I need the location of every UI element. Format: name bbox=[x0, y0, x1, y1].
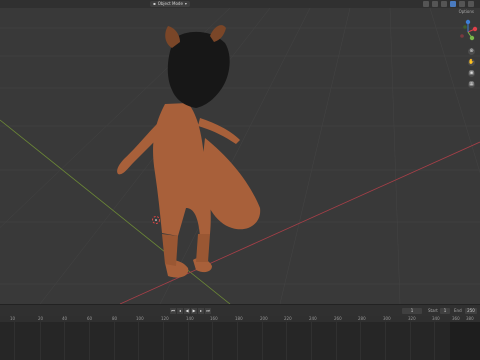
perspective-grid-icon[interactable]: ▦ bbox=[468, 81, 475, 88]
3d-cursor[interactable] bbox=[152, 216, 160, 224]
zoom-icon[interactable]: ⊕ bbox=[468, 48, 475, 55]
start-frame-field[interactable]: 1 bbox=[440, 308, 450, 314]
gizmo-z-icon[interactable] bbox=[465, 19, 471, 25]
playback-controls: ⏮ ◂ ◀ ▶ ▸ ⏭ bbox=[170, 308, 211, 314]
viewport-overlay-icon[interactable] bbox=[423, 1, 429, 7]
play-reverse-icon[interactable]: ◀ bbox=[184, 308, 190, 314]
gizmo-y-icon[interactable] bbox=[469, 35, 475, 41]
navigation-buttons: ⊕ ✋ ▣ ▦ bbox=[468, 48, 475, 88]
shading-controls bbox=[423, 1, 474, 7]
wireframe-shading-icon[interactable] bbox=[441, 1, 447, 7]
options-menu[interactable]: Options bbox=[459, 9, 474, 14]
gizmo-neg-x-icon[interactable] bbox=[460, 34, 464, 38]
end-frame-field[interactable]: 250 bbox=[465, 308, 477, 314]
character-model[interactable] bbox=[117, 25, 261, 278]
play-icon[interactable]: ▶ bbox=[191, 308, 197, 314]
jump-to-start-icon[interactable]: ⏮ bbox=[170, 308, 176, 314]
jump-to-keyframe-prev-icon[interactable]: ◂ bbox=[177, 308, 183, 314]
left-leg bbox=[162, 234, 178, 266]
start-label: Start bbox=[428, 308, 438, 313]
mode-selector[interactable]: ▪ Object Mode ▾ bbox=[150, 1, 190, 7]
navigation-gizmo[interactable] bbox=[456, 16, 480, 52]
material-shading-icon[interactable] bbox=[459, 1, 465, 7]
viewport-scene bbox=[0, 8, 480, 304]
end-label: End bbox=[454, 308, 462, 313]
camera-icon[interactable]: ▣ bbox=[468, 70, 475, 77]
jump-to-keyframe-next-icon[interactable]: ▸ bbox=[198, 308, 204, 314]
mode-label: Object Mode bbox=[157, 1, 183, 6]
timeline-end-region bbox=[450, 322, 480, 360]
viewport-header: ▪ Object Mode ▾ bbox=[0, 0, 480, 8]
gizmo-x-icon[interactable] bbox=[472, 26, 478, 32]
right-arm bbox=[198, 118, 240, 144]
xray-icon[interactable] bbox=[432, 1, 438, 7]
chevron-down-icon: ▾ bbox=[184, 1, 187, 6]
ground-grid bbox=[0, 8, 480, 304]
right-leg bbox=[196, 234, 210, 262]
pan-hand-icon[interactable]: ✋ bbox=[468, 59, 475, 66]
right-ear bbox=[210, 25, 226, 42]
timeline-area[interactable] bbox=[0, 322, 480, 360]
gizmo-neg-y-icon[interactable] bbox=[463, 25, 467, 29]
solid-shading-icon[interactable] bbox=[450, 1, 456, 7]
rendered-shading-icon[interactable] bbox=[468, 1, 474, 7]
object-mode-icon: ▪ bbox=[153, 1, 156, 6]
3d-viewport[interactable]: ⊕ ✋ ▣ ▦ bbox=[0, 8, 480, 304]
current-frame-field[interactable]: 1 bbox=[402, 308, 422, 314]
jump-to-end-icon[interactable]: ⏭ bbox=[205, 308, 211, 314]
